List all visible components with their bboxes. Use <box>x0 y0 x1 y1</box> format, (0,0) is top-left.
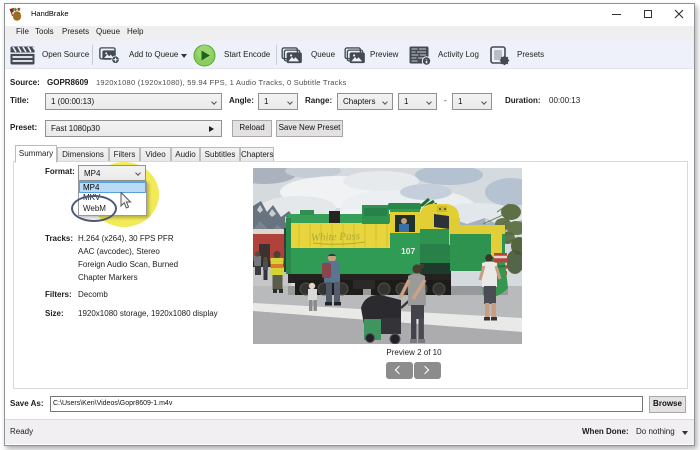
svg-text:White Pass: White Pass <box>311 230 361 244</box>
svg-text:107: 107 <box>401 246 415 256</box>
